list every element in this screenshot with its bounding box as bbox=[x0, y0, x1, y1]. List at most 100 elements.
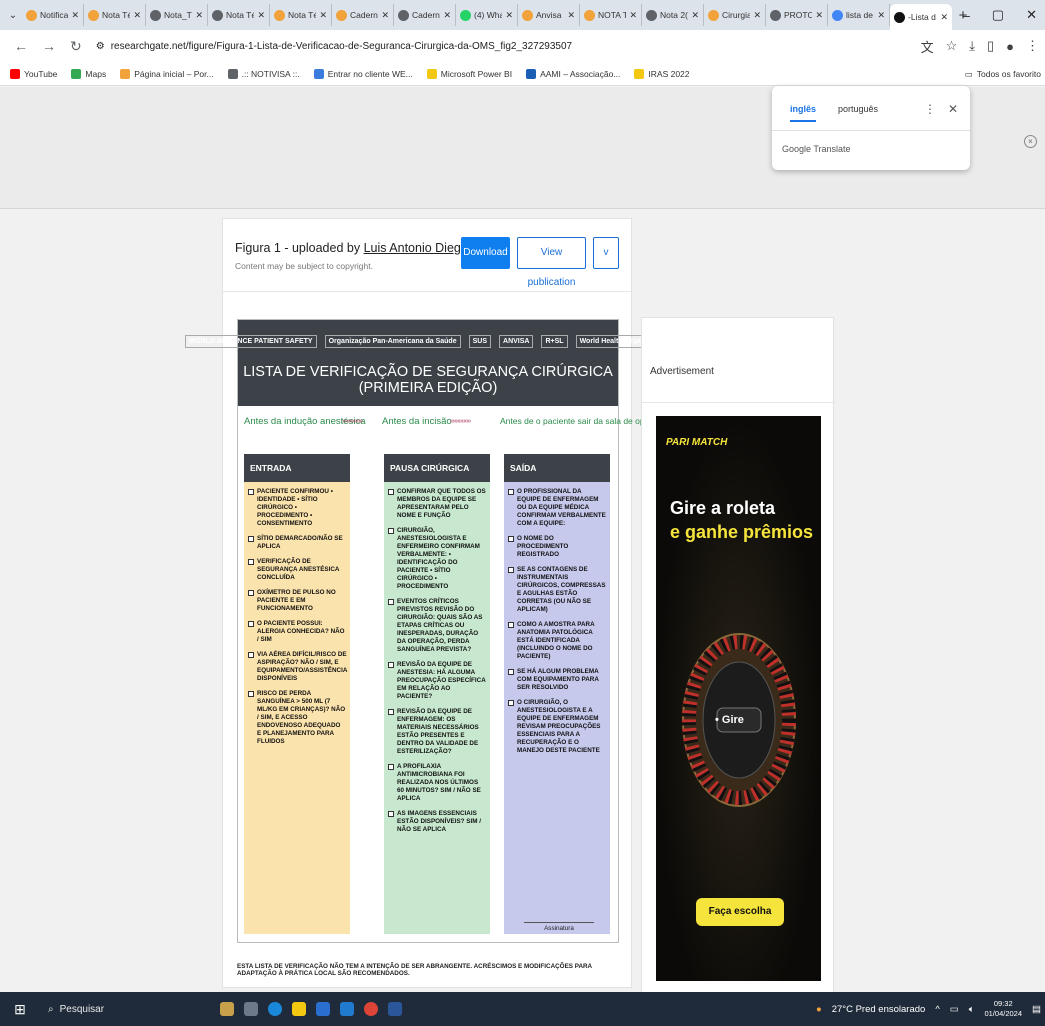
bookmark-item[interactable]: YouTube bbox=[10, 68, 57, 79]
site-info-icon[interactable]: ⚙ bbox=[96, 41, 105, 52]
url-field[interactable]: ⚙ researchgate.net/figure/Figura-1-Lista… bbox=[96, 41, 572, 52]
profile-avatar[interactable]: ● bbox=[1006, 39, 1014, 54]
bookmark-item[interactable]: Entrar no cliente WE... bbox=[313, 68, 413, 79]
browser-tab[interactable]: lista de ✕ bbox=[828, 4, 890, 26]
minimize-icon[interactable]: – bbox=[963, 8, 970, 23]
chrome-icon[interactable] bbox=[364, 1002, 378, 1016]
browser-tab[interactable]: PROTO ✕ bbox=[766, 4, 828, 26]
checklist-item-text: CIRURGIÃO, ANESTESIOLOGISTA E ENFERMEIRO… bbox=[397, 527, 480, 590]
clock[interactable]: 09:32 01/04/2024 bbox=[984, 999, 1022, 1019]
bookmark-item[interactable]: Página inicial – Por... bbox=[120, 68, 214, 79]
tab-close-icon[interactable]: ✕ bbox=[443, 10, 451, 21]
back-icon[interactable]: ← bbox=[14, 38, 28, 54]
notification-icon[interactable]: ▤ bbox=[1032, 1004, 1041, 1015]
menu-icon[interactable]: ⋮ bbox=[1026, 38, 1039, 54]
close-ad-icon[interactable]: × bbox=[1024, 135, 1037, 148]
figure-card: Figura 1 - uploaded by Luis Antonio Dieg… bbox=[184, 218, 675, 988]
tab-close-icon[interactable]: ✕ bbox=[195, 10, 203, 21]
store-icon[interactable] bbox=[316, 1002, 330, 1016]
download-icon[interactable]: ⤓ bbox=[969, 38, 975, 54]
tab-close-icon[interactable]: ✕ bbox=[505, 10, 513, 21]
tab-label: Cirurgia bbox=[722, 10, 751, 20]
tab-close-icon[interactable]: ✕ bbox=[319, 10, 327, 21]
translate-options-icon[interactable]: ⋮ bbox=[924, 102, 936, 116]
search-label: Pesquisar bbox=[59, 1003, 105, 1015]
close-window-icon[interactable]: ✕ bbox=[1026, 7, 1037, 23]
tab-close-icon[interactable]: ✕ bbox=[381, 10, 389, 21]
download-button[interactable]: Download bbox=[461, 237, 510, 269]
edge-icon[interactable] bbox=[268, 1002, 282, 1016]
lang-portuguese-tab[interactable]: português bbox=[838, 104, 878, 122]
ad-cta-button[interactable]: Faça escolha bbox=[696, 898, 784, 926]
star-icon[interactable]: ☆ bbox=[946, 38, 958, 54]
tab-favicon-icon bbox=[26, 9, 37, 21]
widget-icon[interactable] bbox=[220, 1002, 234, 1016]
tab-close-icon[interactable]: ✕ bbox=[629, 10, 637, 21]
tab-favicon-icon bbox=[584, 9, 595, 21]
lang-english-tab[interactable]: inglês bbox=[790, 104, 817, 122]
forward-icon[interactable]: → bbox=[42, 38, 56, 54]
bookmark-item[interactable]: .:: NOTIVISA ::. bbox=[227, 68, 300, 79]
checkbox-icon bbox=[248, 621, 254, 627]
clock-time: 09:32 bbox=[993, 999, 1013, 1008]
windows-start-icon[interactable]: ⊞ bbox=[0, 992, 40, 1026]
bookmark-label: Maps bbox=[85, 68, 107, 79]
tab-search-icon[interactable]: ⌄ bbox=[4, 10, 22, 21]
tab-favicon-icon bbox=[150, 9, 161, 21]
wheel-label: • Gire bbox=[715, 714, 744, 726]
tab-close-icon[interactable]: ✕ bbox=[940, 12, 948, 23]
browser-tab[interactable]: Notifica ✕ bbox=[22, 4, 84, 26]
browser-tab[interactable]: Nota Té ✕ bbox=[270, 4, 332, 26]
bookmark-item[interactable]: Microsoft Power BI bbox=[426, 68, 512, 79]
all-bookmarks[interactable]: ▭ Todos os favorito bbox=[965, 62, 1041, 86]
checklist-item: CONFIRMAR QUE TODOS OS MEMBROS DA EQUIPE… bbox=[388, 488, 486, 520]
translate-icon[interactable]: 文 bbox=[921, 37, 934, 56]
tab-close-icon[interactable]: ✕ bbox=[133, 10, 141, 21]
word-icon[interactable] bbox=[388, 1002, 402, 1016]
bookmark-item[interactable]: AAMI – Associação... bbox=[526, 68, 620, 79]
reload-icon[interactable]: ↻ bbox=[70, 38, 82, 55]
maximize-icon[interactable]: ▢ bbox=[992, 7, 1004, 23]
task-view-icon[interactable] bbox=[244, 1002, 258, 1016]
browser-tab[interactable]: Cadern ✕ bbox=[394, 4, 456, 26]
network-icon[interactable]: ▭ bbox=[950, 1004, 959, 1015]
bookmark-favicon-icon bbox=[227, 68, 238, 79]
browser-tab[interactable]: Cadern ✕ bbox=[332, 4, 394, 26]
browser-tab[interactable]: -Lista d ✕ bbox=[890, 4, 952, 30]
browser-tab[interactable]: Cirurgia ✕ bbox=[704, 4, 766, 26]
weather-text[interactable]: 27°C Pred ensolarado bbox=[832, 1004, 926, 1015]
bookmark-item[interactable]: Maps bbox=[71, 68, 107, 79]
view-publication-button[interactable]: View publication bbox=[517, 237, 586, 288]
weather-icon: ● bbox=[815, 1003, 822, 1015]
browser-tab[interactable]: Nota Té ✕ bbox=[208, 4, 270, 26]
checklist-item-text: PACIENTE CONFIRMOU • IDENTIDADE • SÍTIO … bbox=[257, 488, 333, 527]
sidepanel-icon[interactable]: ▯ bbox=[987, 38, 994, 54]
volume-icon[interactable]: 🔈︎ bbox=[969, 1004, 975, 1015]
browser-tab[interactable]: Anvisa ✕ bbox=[518, 4, 580, 26]
tab-close-icon[interactable]: ✕ bbox=[257, 10, 265, 21]
translate-close-icon[interactable]: ✕ bbox=[948, 102, 958, 116]
taskbar-search[interactable]: ⌕ Pesquisar bbox=[40, 992, 200, 1026]
tab-close-icon[interactable]: ✕ bbox=[815, 10, 823, 21]
browser-tab[interactable]: (4) Wha ✕ bbox=[456, 4, 518, 26]
tab-close-icon[interactable]: ✕ bbox=[877, 10, 885, 21]
tab-close-icon[interactable]: ✕ bbox=[71, 10, 79, 21]
browser-tab[interactable]: Nota 2(✕ bbox=[642, 4, 704, 26]
tray-chevron-icon[interactable]: ^ bbox=[935, 1004, 939, 1015]
bookmark-item[interactable]: IRAS 2022 bbox=[634, 68, 690, 79]
browser-tab[interactable]: NOTA T ✕ bbox=[580, 4, 642, 26]
tab-close-icon[interactable]: ✕ bbox=[691, 10, 699, 21]
mail-icon[interactable] bbox=[340, 1002, 354, 1016]
more-options-button[interactable]: v bbox=[593, 237, 619, 269]
ad-headline-1: Gire a roleta bbox=[670, 498, 776, 518]
tab-close-icon[interactable]: ✕ bbox=[753, 10, 761, 21]
author-link[interactable]: Luis Antonio Diego bbox=[364, 241, 468, 255]
tab-label: Nota Té bbox=[288, 10, 317, 20]
bookmark-label: .:: NOTIVISA ::. bbox=[241, 68, 300, 79]
ad-banner[interactable]: PARI MATCH Gire a roleta e ganhe prêmios… bbox=[656, 416, 821, 981]
checklist-item-text: AS IMAGENS ESSENCIAIS ESTÃO DISPONÍVEIS?… bbox=[397, 810, 481, 833]
file-explorer-icon[interactable] bbox=[292, 1002, 306, 1016]
tab-close-icon[interactable]: ✕ bbox=[567, 10, 575, 21]
browser-tab[interactable]: Nota_Té✕ bbox=[146, 4, 208, 26]
browser-tab[interactable]: Nota Té ✕ bbox=[84, 4, 146, 26]
